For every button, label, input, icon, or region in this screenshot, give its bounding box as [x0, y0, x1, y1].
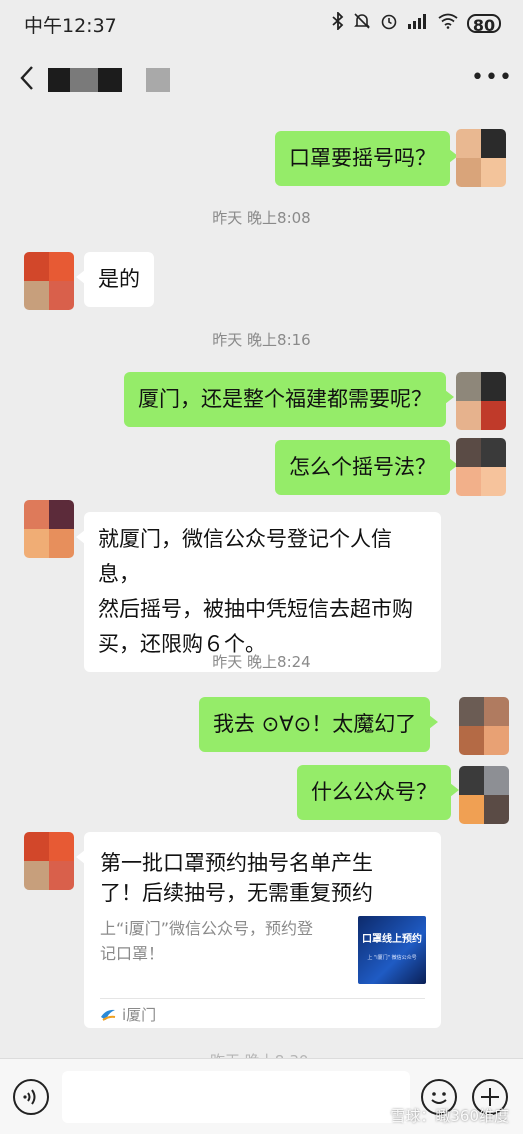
message-text: 怎么个摇号法？: [289, 455, 436, 479]
article-title: 第一批口罩预约抽号名单产生 了！后续抽号，无需重复预约: [100, 848, 430, 908]
message-bubble-received[interactable]: 是的: [76, 252, 154, 307]
message-line: 然后摇号，被抽中凭短信去超市购: [98, 597, 413, 621]
message-bubble-sent[interactable]: 我去 ⊙∀⊙！太魔幻了: [199, 697, 439, 752]
source-label: i厦门: [122, 1006, 157, 1024]
avatar-self[interactable]: [456, 129, 506, 187]
message-bubble-sent[interactable]: 怎么个摇号法？: [275, 440, 458, 495]
status-bar: 中午12:37 80: [0, 0, 523, 46]
back-icon[interactable]: [16, 64, 40, 92]
article-desc-line: 上“i厦门”微信公众号，预约登: [100, 919, 314, 938]
avatar-self[interactable]: [456, 372, 506, 430]
message-text: 什么公众号？: [311, 780, 437, 804]
message-bubble-sent[interactable]: 什么公众号？: [297, 765, 459, 820]
avatar-self[interactable]: [459, 697, 509, 755]
bluetooth-icon: [332, 10, 344, 35]
timestamp: 昨天 晚上8:24: [212, 653, 311, 671]
avatar-self[interactable]: [459, 766, 509, 824]
message-bubble-sent[interactable]: 口罩要摇号吗？: [275, 131, 458, 186]
voice-icon[interactable]: [13, 1079, 49, 1115]
article-source: i厦门: [100, 1004, 156, 1025]
article-title-line: 了！后续抽号，无需重复预约: [100, 881, 373, 905]
article-title-line: 第一批口罩预约抽号名单产生: [100, 851, 373, 875]
thumbnail-title: 口罩线上预约: [362, 934, 422, 945]
timestamp: 昨天 晚上8:16: [212, 331, 311, 349]
more-icon[interactable]: •••: [471, 66, 512, 90]
avatar-contact[interactable]: [24, 252, 74, 310]
message-bubble-received[interactable]: 就厦门，微信公众号登记个人信息， 然后摇号，被抽中凭短信去超市购 买，还限购６个…: [76, 512, 441, 672]
wifi-icon: [438, 13, 458, 34]
message-text: 厦门，还是整个福建都需要呢？: [138, 387, 432, 411]
article-desc-line: 记口罩！: [100, 944, 165, 963]
signal-icon: [407, 13, 429, 34]
status-time: 中午12:37: [24, 15, 117, 37]
thumbnail-subtitle: 上 "i厦门" 微信公众号: [367, 955, 417, 961]
mute-icon: [353, 12, 371, 35]
message-bubble-sent[interactable]: 厦门，还是整个福建都需要呢？: [124, 372, 454, 427]
article-card[interactable]: 第一批口罩预约抽号名单产生 了！后续抽号，无需重复预约 上“i厦门”微信公众号，…: [76, 832, 441, 1028]
status-icons: 80: [332, 10, 501, 35]
watermark: 雪球：瞰360维度: [390, 1107, 509, 1125]
timestamp: 昨天 晚上8:08: [212, 209, 311, 227]
message-text: 口罩要摇号吗？: [289, 146, 436, 170]
message-line: 就厦门，微信公众号登记个人信息，: [98, 527, 392, 586]
message-text: 是的: [98, 267, 140, 291]
article-description: 上“i厦门”微信公众号，预约登 记口罩！: [100, 916, 350, 966]
avatar-contact[interactable]: [24, 832, 74, 890]
source-logo-icon: [100, 1007, 116, 1023]
message-input[interactable]: [62, 1071, 410, 1123]
article-thumbnail: 口罩线上预约 上 "i厦门" 微信公众号: [358, 916, 426, 984]
battery-icon: 80: [467, 14, 501, 35]
avatar-contact[interactable]: [24, 500, 74, 558]
avatar-self[interactable]: [456, 438, 506, 496]
card-divider: [100, 998, 425, 999]
message-text: 我去 ⊙∀⊙！太魔幻了: [213, 712, 417, 736]
alarm-icon: [380, 12, 398, 35]
title-bar: •••: [0, 46, 523, 110]
